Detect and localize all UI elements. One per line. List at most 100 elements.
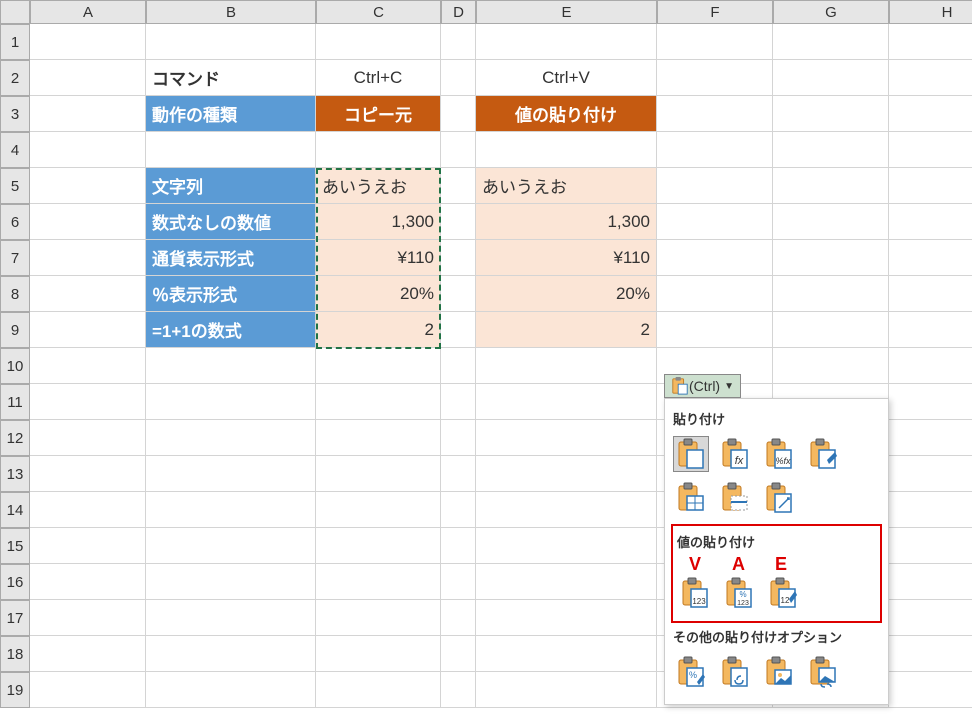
cell-A1[interactable] — [30, 24, 146, 60]
cell-C17[interactable] — [316, 600, 441, 636]
cell-C13[interactable] — [316, 456, 441, 492]
col-header-H[interactable]: H — [889, 0, 972, 24]
cell-F4[interactable] — [657, 132, 773, 168]
cell-B7[interactable]: 通貨表示形式 — [146, 240, 316, 276]
cell-D15[interactable] — [441, 528, 476, 564]
cell-H15[interactable] — [889, 528, 972, 564]
cell-D16[interactable] — [441, 564, 476, 600]
cell-H7[interactable] — [889, 240, 972, 276]
cell-G1[interactable] — [773, 24, 889, 60]
cell-H17[interactable] — [889, 600, 972, 636]
cell-D19[interactable] — [441, 672, 476, 708]
cell-C7[interactable]: ¥110 — [316, 240, 441, 276]
row-header-13[interactable]: 13 — [0, 456, 30, 492]
cell-D6[interactable] — [441, 204, 476, 240]
cell-H1[interactable] — [889, 24, 972, 60]
paste-transpose-icon[interactable] — [761, 480, 797, 516]
cell-C12[interactable] — [316, 420, 441, 456]
col-header-A[interactable]: A — [30, 0, 146, 24]
cell-H4[interactable] — [889, 132, 972, 168]
col-header-G[interactable]: G — [773, 0, 889, 24]
cell-F6[interactable] — [657, 204, 773, 240]
cell-B8[interactable]: ％表示形式 — [146, 276, 316, 312]
cell-C8[interactable]: 20% — [316, 276, 441, 312]
cell-E11[interactable] — [476, 384, 657, 420]
paste-picture-icon[interactable] — [761, 654, 797, 690]
cell-A8[interactable] — [30, 276, 146, 312]
cell-C9[interactable]: 2 — [316, 312, 441, 348]
cell-A3[interactable] — [30, 96, 146, 132]
paste-values-icon[interactable] — [677, 575, 713, 611]
cell-E4[interactable] — [476, 132, 657, 168]
cell-G3[interactable] — [773, 96, 889, 132]
cell-A16[interactable] — [30, 564, 146, 600]
cell-C11[interactable] — [316, 384, 441, 420]
cell-F3[interactable] — [657, 96, 773, 132]
cell-A6[interactable] — [30, 204, 146, 240]
paste-all-icon[interactable] — [673, 436, 709, 472]
cell-H16[interactable] — [889, 564, 972, 600]
paste-ctrl-button[interactable]: (Ctrl) ▼ — [664, 374, 741, 398]
paste-keep-source-fmt-icon[interactable] — [805, 436, 841, 472]
cell-F5[interactable] — [657, 168, 773, 204]
cell-C10[interactable] — [316, 348, 441, 384]
cell-G10[interactable] — [773, 348, 889, 384]
cell-D3[interactable] — [441, 96, 476, 132]
cell-C6[interactable]: 1,300 — [316, 204, 441, 240]
row-header-11[interactable]: 11 — [0, 384, 30, 420]
cell-B11[interactable] — [146, 384, 316, 420]
cell-G4[interactable] — [773, 132, 889, 168]
cell-B1[interactable] — [146, 24, 316, 60]
cell-E2[interactable]: Ctrl+V — [476, 60, 657, 96]
col-header-E[interactable]: E — [476, 0, 657, 24]
cell-E10[interactable] — [476, 348, 657, 384]
cell-E14[interactable] — [476, 492, 657, 528]
row-header-2[interactable]: 2 — [0, 60, 30, 96]
cell-C14[interactable] — [316, 492, 441, 528]
cell-E7[interactable]: ¥110 — [476, 240, 657, 276]
row-header-14[interactable]: 14 — [0, 492, 30, 528]
cell-E3[interactable]: 値の貼り付け — [476, 96, 657, 132]
cell-E17[interactable] — [476, 600, 657, 636]
cell-H13[interactable] — [889, 456, 972, 492]
row-header-18[interactable]: 18 — [0, 636, 30, 672]
cell-A12[interactable] — [30, 420, 146, 456]
row-header-1[interactable]: 1 — [0, 24, 30, 60]
cell-A5[interactable] — [30, 168, 146, 204]
cell-C16[interactable] — [316, 564, 441, 600]
cell-A17[interactable] — [30, 600, 146, 636]
row-header-10[interactable]: 10 — [0, 348, 30, 384]
cell-D12[interactable] — [441, 420, 476, 456]
col-header-F[interactable]: F — [657, 0, 773, 24]
cell-D14[interactable] — [441, 492, 476, 528]
cell-G7[interactable] — [773, 240, 889, 276]
cell-A14[interactable] — [30, 492, 146, 528]
cell-D9[interactable] — [441, 312, 476, 348]
cell-E9[interactable]: 2 — [476, 312, 657, 348]
cell-G5[interactable] — [773, 168, 889, 204]
select-all-corner[interactable] — [0, 0, 30, 24]
cell-H3[interactable] — [889, 96, 972, 132]
cell-A13[interactable] — [30, 456, 146, 492]
cell-E15[interactable] — [476, 528, 657, 564]
cell-B3[interactable]: 動作の種類 — [146, 96, 316, 132]
cell-C1[interactable] — [316, 24, 441, 60]
row-header-6[interactable]: 6 — [0, 204, 30, 240]
cell-C5[interactable]: あいうえお — [316, 168, 441, 204]
cell-H12[interactable] — [889, 420, 972, 456]
cell-B19[interactable] — [146, 672, 316, 708]
cell-B16[interactable] — [146, 564, 316, 600]
cell-A15[interactable] — [30, 528, 146, 564]
cell-F2[interactable] — [657, 60, 773, 96]
row-header-16[interactable]: 16 — [0, 564, 30, 600]
cell-B13[interactable] — [146, 456, 316, 492]
cell-A4[interactable] — [30, 132, 146, 168]
paste-values-numfmt-icon[interactable] — [721, 575, 757, 611]
paste-values-srcfmt-icon[interactable] — [765, 575, 801, 611]
cell-E8[interactable]: 20% — [476, 276, 657, 312]
row-header-9[interactable]: 9 — [0, 312, 30, 348]
cell-B5[interactable]: 文字列 — [146, 168, 316, 204]
cell-B18[interactable] — [146, 636, 316, 672]
row-header-4[interactable]: 4 — [0, 132, 30, 168]
cell-E12[interactable] — [476, 420, 657, 456]
